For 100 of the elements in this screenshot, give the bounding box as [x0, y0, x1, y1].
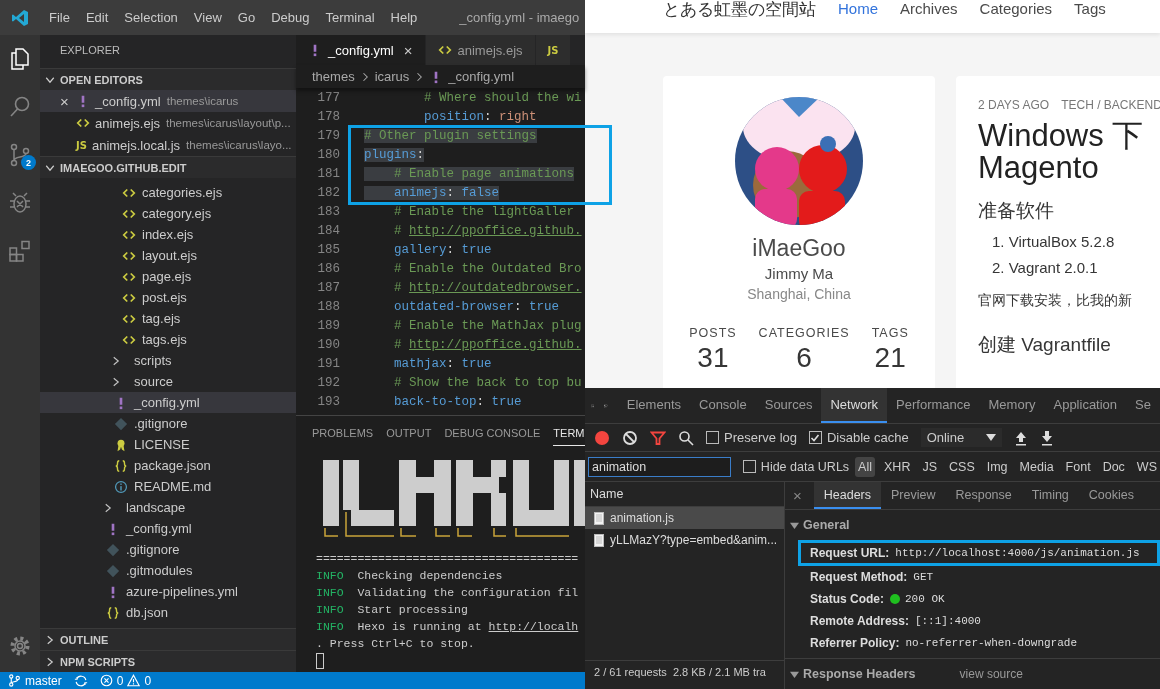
menu-item[interactable]: Help: [382, 10, 426, 25]
breadcrumb-item[interactable]: _config.yml: [448, 69, 515, 84]
throttle-dropdown[interactable]: Online: [920, 428, 1003, 447]
type-filter-button[interactable]: XHR: [881, 456, 914, 477]
details-tab[interactable]: Timing: [1021, 482, 1079, 509]
type-filter-button[interactable]: Doc: [1099, 456, 1128, 477]
tree-item[interactable]: .gitmodules: [40, 560, 296, 581]
editor-tab[interactable]: JS: [535, 35, 572, 65]
terminal-link[interactable]: http://localh: [488, 620, 579, 633]
checkbox[interactable]: [706, 431, 719, 444]
tree-item[interactable]: tag.ejs: [40, 308, 296, 329]
filter-icon[interactable]: [650, 429, 666, 446]
problems-indicator[interactable]: 0 0: [99, 673, 152, 688]
extensions-icon[interactable]: [8, 239, 32, 263]
filter-field[interactable]: animation: [588, 456, 731, 477]
menu-item[interactable]: Terminal: [317, 10, 383, 25]
type-filter-button[interactable]: Media: [1016, 456, 1057, 477]
request-row[interactable]: yLLMazY?type=embed&anim...: [585, 529, 784, 551]
tree-item[interactable]: page.ejs: [40, 266, 296, 287]
section-header[interactable]: IMAEGOO.GITHUB.EDIT: [40, 156, 296, 178]
open-editor-item[interactable]: × _config.yml themes\icarus: [40, 90, 296, 112]
menu-item[interactable]: Debug: [263, 10, 318, 25]
site-logo[interactable]: とある虹墨の空間站: [663, 0, 816, 18]
editor-tab[interactable]: animejs.ejs: [425, 35, 536, 65]
panel-tab[interactable]: DEBUG CONSOLE: [444, 420, 541, 446]
devtools-tab[interactable]: Sources: [755, 388, 822, 423]
tree-item[interactable]: source: [40, 371, 296, 392]
nav-link[interactable]: Home: [838, 0, 878, 18]
download-icon[interactable]: [1040, 429, 1055, 446]
tree-item[interactable]: azure-pipelines.yml: [40, 581, 296, 602]
details-tab[interactable]: Preview: [881, 482, 946, 509]
tree-item[interactable]: .gitignore: [40, 539, 296, 560]
type-filter-button[interactable]: JS: [919, 456, 940, 477]
close-button[interactable]: ×: [793, 482, 802, 509]
panel-tab[interactable]: TERM: [553, 420, 585, 446]
editor-tab[interactable]: _config.yml ×: [296, 35, 426, 65]
panel-tab[interactable]: PROBLEMS: [312, 420, 374, 446]
type-filter-button[interactable]: WS: [1133, 456, 1160, 477]
stat-value[interactable]: 31: [697, 342, 729, 374]
devtools-tab[interactable]: Network: [821, 388, 888, 423]
close-button[interactable]: ×: [403, 41, 413, 59]
open-editor-item[interactable]: animejs.ejs themes\icarus\layout\p...: [40, 112, 296, 134]
devtools-tab[interactable]: Application: [1044, 388, 1127, 423]
close-button[interactable]: ×: [60, 92, 69, 110]
menu-item[interactable]: Selection: [116, 10, 186, 25]
section-header[interactable]: OUTLINE: [40, 628, 296, 650]
tree-item[interactable]: _config.yml: [40, 518, 296, 539]
files-icon[interactable]: [8, 47, 32, 71]
sync-icon[interactable]: [73, 673, 88, 688]
tree-item[interactable]: tags.ejs: [40, 329, 296, 350]
tree-item[interactable]: scripts: [40, 350, 296, 371]
section-header[interactable]: NPM SCRIPTS: [40, 650, 296, 672]
section-header[interactable]: General: [790, 518, 850, 532]
tree-item[interactable]: categories.ejs: [40, 182, 296, 203]
breadcrumb-item[interactable]: icarus: [374, 69, 410, 84]
details-tab[interactable]: Headers: [813, 482, 881, 509]
type-filter-button[interactable]: Img: [983, 456, 1011, 477]
article-title[interactable]: Windows 下 Magento: [978, 120, 1160, 184]
nav-link[interactable]: Archives: [900, 0, 958, 18]
panel-tab[interactable]: OUTPUT: [386, 420, 432, 446]
tree-item[interactable]: .gitignore: [40, 413, 296, 434]
tree-item[interactable]: package.json: [40, 455, 296, 476]
tree-item[interactable]: README.md: [40, 476, 296, 497]
details-tab[interactable]: Response: [945, 482, 1022, 509]
checkbox[interactable]: [742, 460, 756, 473]
bug-icon[interactable]: [8, 191, 32, 215]
stat-value[interactable]: 6: [796, 342, 812, 374]
type-filter-button[interactable]: CSS: [946, 456, 978, 477]
checkbox[interactable]: [809, 431, 822, 444]
record-button[interactable]: [594, 429, 610, 446]
branch-indicator[interactable]: master: [8, 673, 62, 688]
open-editor-item[interactable]: JS animejs.local.js themes\icarus\layo...: [40, 134, 296, 156]
tree-item[interactable]: post.ejs: [40, 287, 296, 308]
settings-icon[interactable]: [8, 634, 32, 658]
menu-item[interactable]: File: [41, 10, 78, 25]
type-filter-button[interactable]: All: [855, 456, 875, 477]
code-link[interactable]: http://ppoffice.github.: [409, 223, 582, 238]
search-icon[interactable]: [678, 429, 694, 446]
code-link[interactable]: http://ppoffice.github.: [409, 337, 582, 352]
tree-item[interactable]: layout.ejs: [40, 245, 296, 266]
view-source-link[interactable]: view source: [959, 667, 1023, 681]
nav-link[interactable]: Categories: [979, 0, 1053, 18]
devtools-tab[interactable]: Performance: [887, 388, 980, 423]
devtools-tab[interactable]: Elements: [617, 388, 690, 423]
tree-item[interactable]: LICENSE: [40, 434, 296, 455]
tree-item[interactable]: category.ejs: [40, 203, 296, 224]
stat-value[interactable]: 21: [874, 342, 906, 374]
breadcrumb-item[interactable]: themes: [312, 69, 355, 84]
devtools-tab[interactable]: Se: [1126, 388, 1160, 423]
menu-item[interactable]: View: [185, 10, 230, 25]
tree-item[interactable]: db.json: [40, 602, 296, 623]
code-link[interactable]: http://outdatedbrowser.: [409, 280, 582, 295]
devtools-tab[interactable]: Memory: [979, 388, 1045, 423]
nav-link[interactable]: Tags: [1074, 0, 1106, 18]
menu-item[interactable]: Go: [229, 10, 264, 25]
tree-item[interactable]: _config.yml: [40, 392, 296, 413]
type-filter-button[interactable]: Font: [1062, 456, 1094, 477]
menu-item[interactable]: Edit: [77, 10, 117, 25]
section-header[interactable]: Response Headers: [790, 667, 916, 681]
clear-icon[interactable]: [622, 429, 638, 446]
